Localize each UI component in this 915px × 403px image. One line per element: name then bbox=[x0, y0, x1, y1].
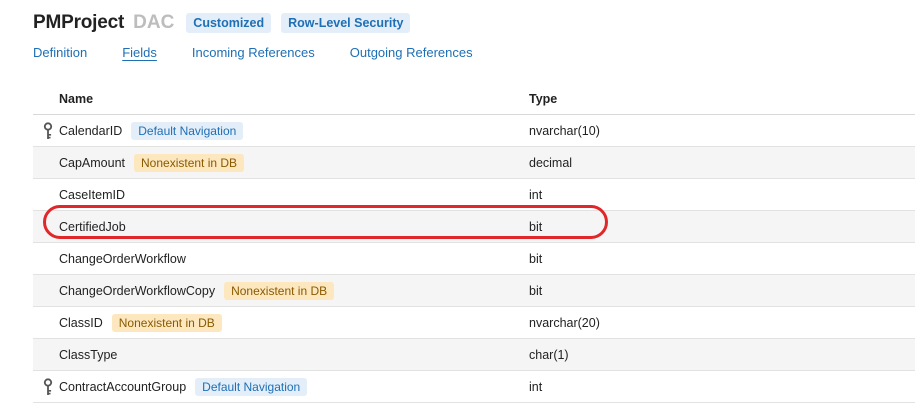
field-name-cell: ClassID Nonexistent in DB bbox=[59, 307, 222, 338]
field-name: CapAmount bbox=[59, 155, 126, 170]
table-body: CalendarID Default Navigation nvarchar(10)… bbox=[33, 115, 915, 403]
table-row[interactable]: CalendarID Default Navigation nvarchar(10) bbox=[33, 115, 915, 147]
field-name: ChangeOrderWorkflow bbox=[59, 251, 186, 266]
table-row[interactable]: CapAmount Nonexistent in DB decimal bbox=[33, 147, 915, 179]
table-row[interactable]: CertifiedJob bit bbox=[33, 211, 915, 243]
page-header: PMProject DAC Customized Row-Level Secur… bbox=[33, 12, 411, 34]
table-row[interactable]: ClassID Nonexistent in DB nvarchar(20) bbox=[33, 307, 915, 339]
page-subtitle: DAC bbox=[133, 12, 175, 33]
table-row[interactable]: ContractAccountGroup Default Navigation in… bbox=[33, 371, 915, 403]
fields-table: Name Type CalendarID Default Navigation nv… bbox=[33, 84, 915, 403]
page-title: PMProject bbox=[33, 12, 125, 33]
table-row[interactable]: CaseItemID int bbox=[33, 179, 915, 211]
field-name: ClassID bbox=[59, 315, 103, 330]
field-type-cell: char(1) bbox=[529, 339, 569, 370]
field-name: ChangeOrderWorkflowCopy bbox=[59, 283, 216, 298]
badge-row-level-security: Row-Level Security bbox=[281, 13, 411, 33]
tab-definition[interactable]: Definition bbox=[33, 45, 87, 60]
field-type-cell: bit bbox=[529, 275, 542, 306]
default-navigation-tag: Default Navigation bbox=[195, 377, 308, 396]
field-name-cell: CalendarID Default Navigation bbox=[59, 115, 244, 146]
field-type-cell: int bbox=[529, 371, 542, 402]
field-type-cell: int bbox=[529, 179, 542, 210]
table-row[interactable]: ClassType char(1) bbox=[33, 339, 915, 371]
field-name-cell: ChangeOrderWorkflow bbox=[59, 243, 186, 274]
field-name-cell: ContractAccountGroup Default Navigation bbox=[59, 371, 308, 402]
field-name-cell: CertifiedJob bbox=[59, 211, 126, 242]
field-name-cell: ClassType bbox=[59, 339, 117, 370]
field-type: nvarchar(10) bbox=[529, 123, 600, 138]
column-header-name: Name bbox=[59, 92, 94, 106]
field-type-cell: bit bbox=[529, 243, 542, 274]
tab-bar: Definition Fields Incoming References Ou… bbox=[33, 45, 508, 60]
table-header: Name Type bbox=[33, 84, 915, 115]
table-row[interactable]: ChangeOrderWorkflow bit bbox=[33, 243, 915, 275]
field-type: bit bbox=[529, 283, 543, 298]
field-name-cell: CaseItemID bbox=[59, 179, 125, 210]
tab-fields[interactable]: Fields bbox=[122, 45, 157, 60]
field-name-cell: CapAmount Nonexistent in DB bbox=[59, 147, 245, 178]
field-name: ContractAccountGroup bbox=[59, 379, 187, 394]
field-name: CaseItemID bbox=[59, 187, 125, 202]
field-name: CalendarID bbox=[59, 123, 123, 138]
tab-incoming-references[interactable]: Incoming References bbox=[192, 45, 315, 60]
key-icon bbox=[43, 122, 53, 140]
nonexistent-in-db-tag: Nonexistent in DB bbox=[134, 153, 245, 172]
field-type-cell: nvarchar(20) bbox=[529, 307, 600, 338]
field-type: bit bbox=[529, 251, 543, 266]
key-icon bbox=[43, 378, 53, 396]
default-navigation-tag: Default Navigation bbox=[131, 121, 244, 140]
field-name: ClassType bbox=[59, 347, 118, 362]
field-type: int bbox=[529, 379, 543, 394]
field-type: bit bbox=[529, 219, 543, 234]
field-name: CertifiedJob bbox=[59, 219, 126, 234]
field-type: int bbox=[529, 187, 543, 202]
field-type: char(1) bbox=[529, 347, 569, 362]
tab-outgoing-references[interactable]: Outgoing References bbox=[350, 45, 473, 60]
field-type-cell: nvarchar(10) bbox=[529, 115, 600, 146]
field-name-cell: ChangeOrderWorkflowCopy Nonexistent in DB bbox=[59, 275, 335, 306]
nonexistent-in-db-tag: Nonexistent in DB bbox=[111, 313, 222, 332]
field-type-cell: bit bbox=[529, 211, 542, 242]
field-type-cell: decimal bbox=[529, 147, 572, 178]
field-type: decimal bbox=[529, 155, 573, 170]
nonexistent-in-db-tag: Nonexistent in DB bbox=[224, 281, 335, 300]
table-row[interactable]: ChangeOrderWorkflowCopy Nonexistent in DB… bbox=[33, 275, 915, 307]
badge-customized: Customized bbox=[186, 13, 272, 33]
field-type: nvarchar(20) bbox=[529, 315, 600, 330]
column-header-type: Type bbox=[529, 92, 558, 106]
